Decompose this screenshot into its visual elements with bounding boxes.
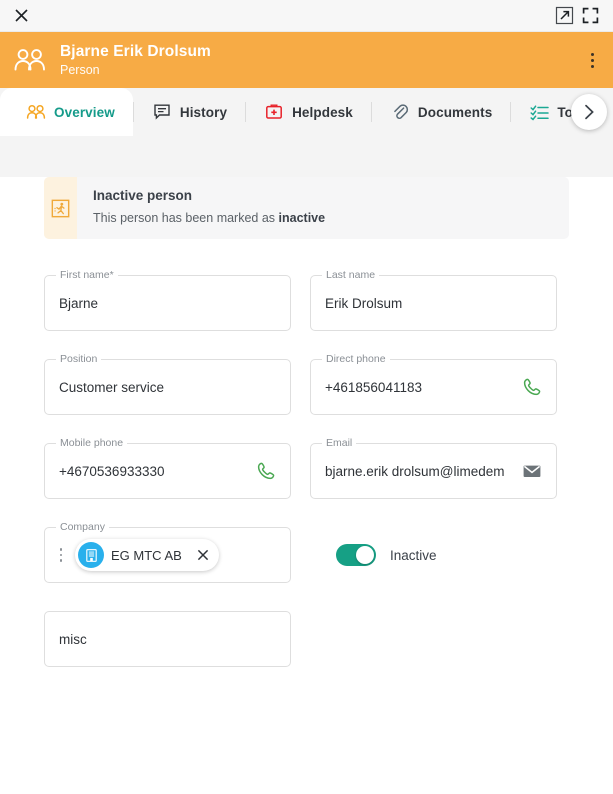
- position-value: Customer service: [59, 379, 165, 395]
- tab-strip: Overview History Helpdesk Documents To: [0, 88, 613, 136]
- row-spacer: [44, 583, 569, 611]
- entity-kebab-menu-icon[interactable]: [579, 43, 605, 77]
- tab-documents[interactable]: Documents: [372, 88, 510, 136]
- company-label: Company: [56, 521, 109, 533]
- direct-phone-field[interactable]: Direct phone +461856041183: [310, 353, 557, 415]
- direct-phone-label: Direct phone: [322, 353, 390, 365]
- toggle-knob: [356, 546, 374, 564]
- row-spacer: [44, 331, 569, 359]
- form-col: First name* Bjarne: [44, 269, 291, 331]
- office-building-icon: [78, 542, 104, 568]
- misc-field[interactable]: misc: [44, 611, 291, 667]
- checklist-icon: [529, 102, 549, 122]
- person-exit-icon: [44, 177, 77, 239]
- entity-type-label: Person: [60, 62, 100, 77]
- window-titlebar: [0, 0, 613, 32]
- people-icon: [10, 40, 50, 80]
- drag-handle-icon[interactable]: [53, 538, 69, 572]
- last-name-value: Erik Drolsum: [325, 295, 403, 311]
- company-field[interactable]: Company EG MTC AB: [44, 521, 291, 583]
- misc-value: misc: [59, 631, 87, 647]
- position-field[interactable]: Position Customer service: [44, 353, 291, 415]
- form-col-empty: [310, 611, 557, 667]
- form-row: Company EG MTC AB Inactive: [44, 521, 569, 583]
- email-field[interactable]: Email bjarne.erik drolsum@limedem: [310, 437, 557, 499]
- tab-history[interactable]: History: [134, 88, 245, 136]
- form-col: Position Customer service: [44, 353, 291, 415]
- form-row: Mobile phone +4670536933330 Email bjarne…: [44, 437, 569, 499]
- inactive-toggle[interactable]: [336, 544, 376, 566]
- open-in-new-window-icon[interactable]: [551, 3, 577, 29]
- email-value: bjarne.erik drolsum@limedem: [325, 463, 505, 479]
- tab-label: Helpdesk: [292, 104, 353, 120]
- phone-icon[interactable]: [520, 375, 544, 399]
- tab-overview[interactable]: Overview: [0, 88, 133, 136]
- people-icon: [26, 102, 46, 122]
- form-col: Direct phone +461856041183: [310, 353, 557, 415]
- mobile-phone-field[interactable]: Mobile phone +4670536933330: [44, 437, 291, 499]
- scroll-tabs-right-button[interactable]: [571, 94, 607, 130]
- close-icon[interactable]: [191, 543, 215, 567]
- fullscreen-icon[interactable]: [577, 3, 603, 29]
- paperclip-icon: [390, 102, 410, 122]
- page-title: Bjarne Erik Drolsum: [60, 42, 211, 60]
- banner-description: This person has been marked as inactive: [93, 211, 325, 226]
- first-name-value: Bjarne: [59, 295, 99, 311]
- banner-body: Inactive person This person has been mar…: [77, 177, 325, 239]
- first-name-field[interactable]: First name* Bjarne: [44, 269, 291, 331]
- form-row: First name* Bjarne Last name Erik Drolsu…: [44, 269, 569, 331]
- tab-label: History: [179, 104, 228, 120]
- inactive-person-banner: Inactive person This person has been mar…: [44, 177, 569, 239]
- entity-header-text: Bjarne Erik Drolsum Person: [60, 43, 579, 78]
- last-name-label: Last name: [322, 269, 380, 281]
- form-col: Email bjarne.erik drolsum@limedem: [310, 437, 557, 499]
- row-spacer: [44, 499, 569, 527]
- chat-note-icon: [152, 102, 172, 122]
- overview-panel: Inactive person This person has been mar…: [0, 177, 613, 794]
- company-chip-label: EG MTC AB: [111, 547, 182, 563]
- position-label: Position: [56, 353, 102, 365]
- mobile-phone-value: +4670536933330: [59, 463, 165, 479]
- first-aid-kit-icon: [264, 102, 284, 122]
- form-col: Inactive: [310, 527, 557, 583]
- form-col: Last name Erik Drolsum: [310, 269, 557, 331]
- email-label: Email: [322, 437, 357, 449]
- form-col: Mobile phone +4670536933330: [44, 437, 291, 499]
- direct-phone-value: +461856041183: [325, 379, 422, 395]
- tab-label: Overview: [54, 104, 115, 120]
- form-row: Position Customer service Direct phone +…: [44, 353, 569, 415]
- entity-header: Bjarne Erik Drolsum Person: [0, 32, 613, 88]
- person-form: First name* Bjarne Last name Erik Drolsu…: [0, 239, 613, 667]
- mobile-phone-label: Mobile phone: [56, 437, 128, 449]
- form-col: Company EG MTC AB: [44, 521, 291, 583]
- close-window-button[interactable]: [8, 3, 34, 29]
- form-row: misc: [44, 611, 569, 667]
- banner-text-emphasis: inactive: [278, 211, 326, 225]
- last-name-field[interactable]: Last name Erik Drolsum: [310, 269, 557, 331]
- envelope-icon[interactable]: [520, 459, 544, 483]
- phone-icon[interactable]: [254, 459, 278, 483]
- banner-text-lead: This person has been marked as: [93, 211, 279, 225]
- form-col: misc: [44, 611, 291, 667]
- inactive-toggle-row: Inactive: [310, 527, 557, 583]
- inactive-toggle-label: Inactive: [390, 547, 437, 563]
- tab-label: Documents: [417, 104, 493, 120]
- tab-helpdesk[interactable]: Helpdesk: [246, 88, 371, 136]
- first-name-label: First name*: [56, 269, 118, 281]
- banner-title: Inactive person: [93, 188, 193, 203]
- company-chip[interactable]: EG MTC AB: [75, 539, 219, 571]
